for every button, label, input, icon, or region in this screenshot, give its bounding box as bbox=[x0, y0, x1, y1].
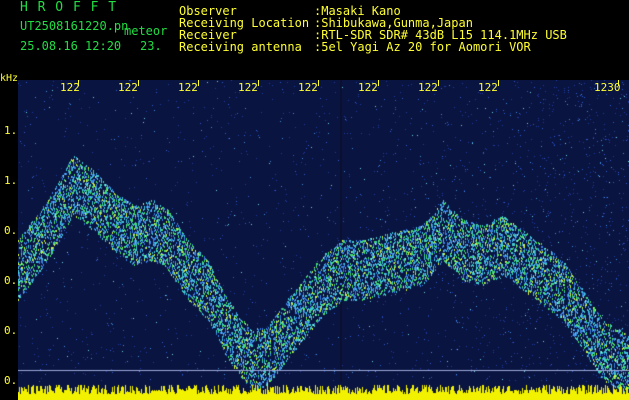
antenna-label: Receiving antenna bbox=[179, 40, 302, 54]
x-tick-mark bbox=[258, 80, 259, 86]
x-tick-label: 1230 bbox=[594, 81, 621, 94]
x-tick-label: 122 bbox=[358, 81, 378, 94]
y-axis-unit: kHz bbox=[0, 73, 19, 84]
x-tick-label: 122 bbox=[298, 81, 318, 94]
spectrogram-canvas bbox=[18, 80, 629, 400]
datetime-label: 25.08.16 12:20 bbox=[20, 39, 122, 53]
x-tick-label: 122 bbox=[178, 81, 198, 94]
x-tick-label: 122 bbox=[478, 81, 498, 94]
x-tick-mark bbox=[618, 80, 619, 86]
x-tick-mark bbox=[378, 80, 379, 86]
x-tick-mark bbox=[198, 80, 199, 86]
x-tick-label: 122 bbox=[118, 81, 138, 94]
x-tick-mark bbox=[78, 80, 79, 86]
x-tick-mark bbox=[498, 80, 499, 86]
meteor-count: 23. bbox=[140, 39, 162, 53]
antenna-value: :5el Yagi Az 20 for Aomori VOR bbox=[314, 40, 531, 54]
filename-label: UT2508161220.pn bbox=[20, 19, 129, 33]
title-letters: H R O F F T bbox=[20, 0, 118, 15]
x-tick-mark bbox=[438, 80, 439, 86]
x-tick-label: 122 bbox=[418, 81, 438, 94]
x-tick-label: 122 bbox=[238, 81, 258, 94]
x-tick-mark bbox=[318, 80, 319, 86]
spectrogram-plot bbox=[18, 80, 629, 400]
x-tick-label: 122 bbox=[60, 81, 80, 94]
meteor-label: meteor bbox=[124, 24, 168, 38]
x-tick-mark bbox=[138, 80, 139, 86]
hrofft-window: H R O F F T UT2508161220.pn meteor 25.08… bbox=[0, 0, 629, 400]
